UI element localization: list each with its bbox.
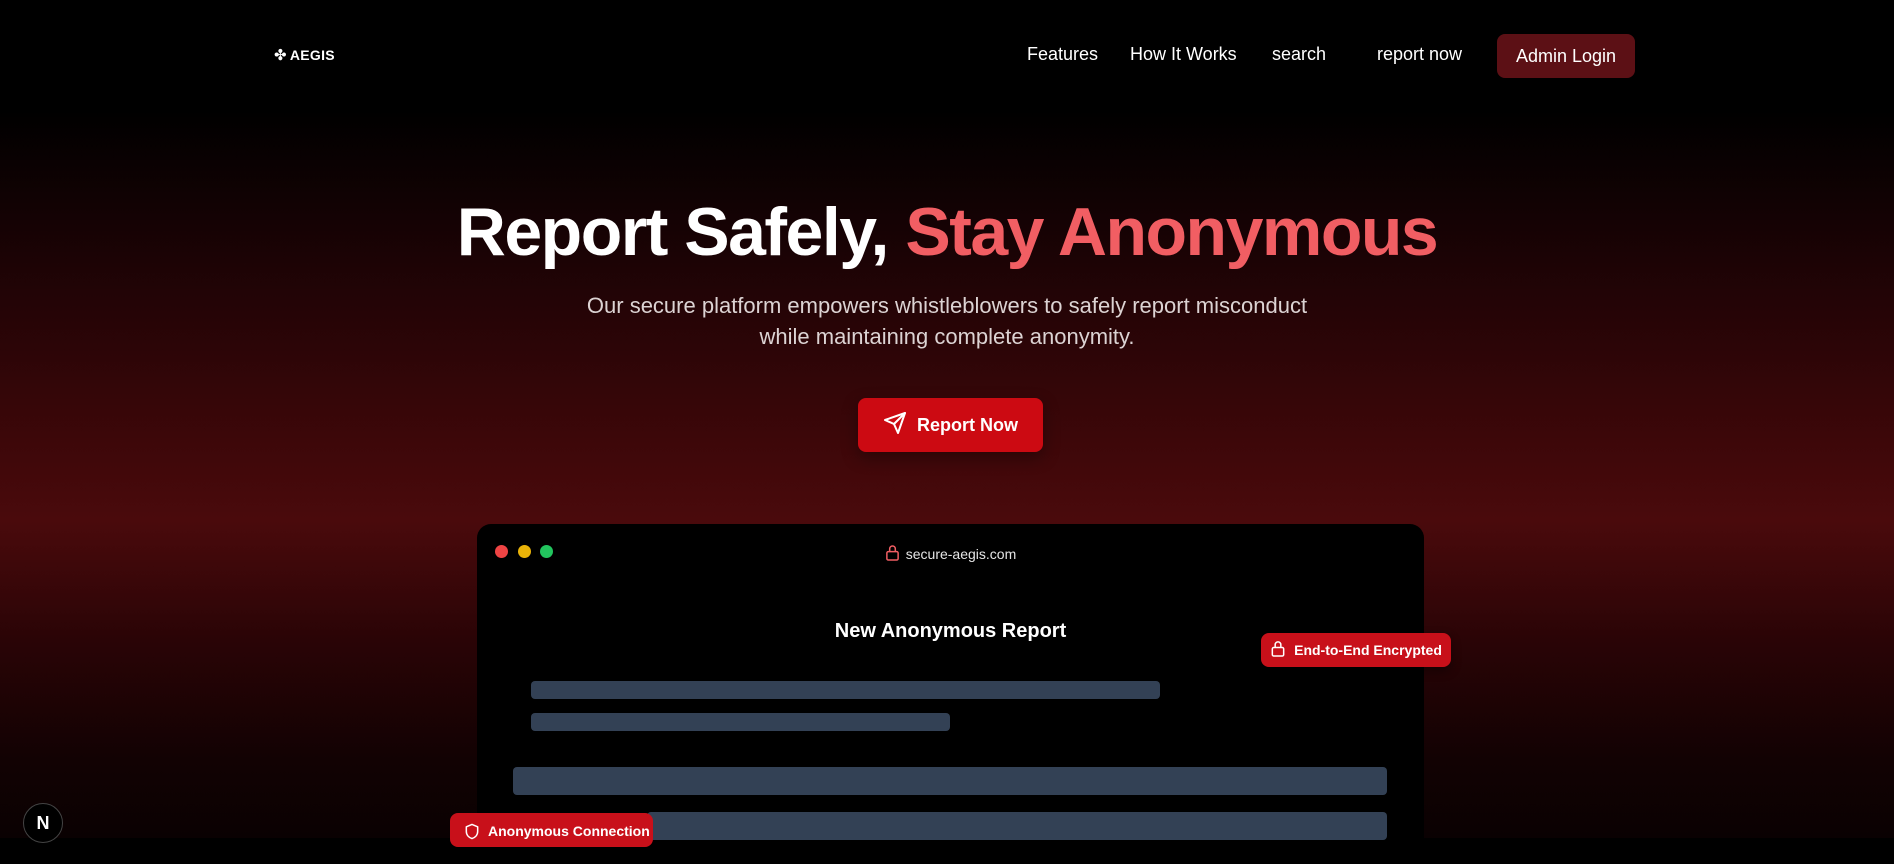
lock-icon	[1270, 640, 1286, 660]
report-now-button[interactable]: Report Now	[858, 398, 1043, 452]
top-navigation: ✤ AEGIS Features How It Works search rep…	[0, 0, 1894, 110]
skeleton-line	[531, 681, 1160, 699]
url-text: secure-aegis.com	[905, 546, 1017, 562]
admin-login-button[interactable]: Admin Login	[1497, 34, 1635, 78]
dev-indicator-button[interactable]: N	[23, 803, 63, 843]
hero-title-accent: Stay Anonymous	[905, 194, 1438, 270]
report-now-label: Report Now	[917, 414, 1018, 435]
shield-icon	[464, 823, 480, 843]
hero-title-main: Report Safely,	[456, 194, 890, 270]
encrypted-badge: End-to-End Encrypted	[1261, 633, 1451, 667]
logo-icon: ✤	[274, 47, 287, 64]
send-icon	[883, 411, 907, 440]
encrypted-badge-label: End-to-End Encrypted	[1294, 642, 1442, 658]
hero-subtitle: Our secure platform empowers whistleblow…	[0, 290, 1894, 352]
hero-subtitle-line-1: Our secure platform empowers whistleblow…	[586, 293, 1308, 318]
skeleton-field	[513, 767, 1387, 795]
address-bar: secure-aegis.com	[477, 544, 1424, 564]
hero-title: Report Safely, Stay Anonymous	[0, 192, 1894, 272]
anonymous-connection-badge: Anonymous Connection	[450, 813, 653, 847]
lock-icon	[885, 544, 900, 564]
logo-text: AEGIS	[289, 47, 335, 63]
hero-subtitle-line-2: while maintaining complete anonymity.	[759, 324, 1135, 349]
nav-link-search[interactable]: search	[1272, 44, 1326, 65]
brand-logo[interactable]: ✤ AEGIS	[274, 46, 335, 64]
nav-link-how-it-works[interactable]: How It Works	[1130, 44, 1237, 65]
skeleton-field	[647, 812, 1387, 840]
nav-link-features[interactable]: Features	[1027, 44, 1098, 65]
nav-link-report-now[interactable]: report now	[1377, 44, 1462, 65]
skeleton-line	[531, 713, 950, 731]
anonymous-badge-label: Anonymous Connection	[488, 823, 650, 839]
